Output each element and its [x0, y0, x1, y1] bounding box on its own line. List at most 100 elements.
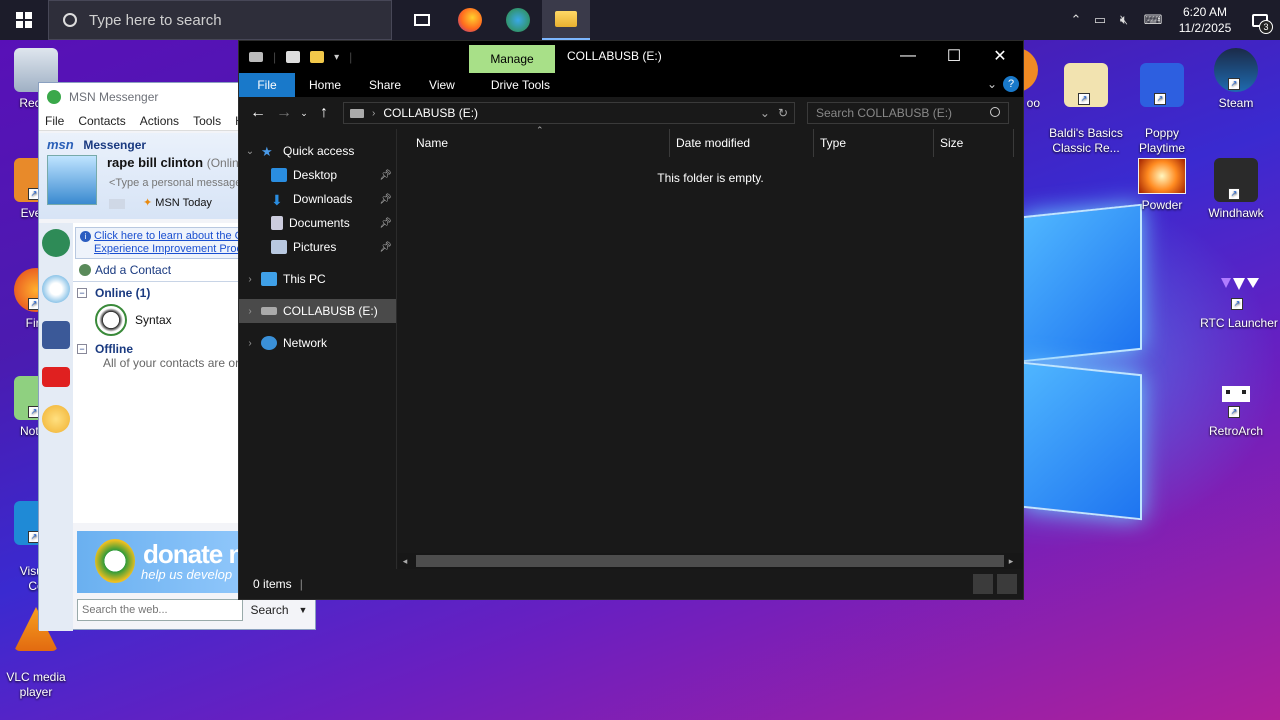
expand-ribbon-icon[interactable]: ⌄ — [987, 77, 997, 91]
column-name[interactable]: Name — [398, 129, 670, 157]
volume-muted-icon[interactable]: 🔇︎ — [1112, 12, 1136, 28]
nav-collabusb[interactable]: › COLLABUSB (E:) — [239, 299, 396, 323]
network-status-icon[interactable]: ▭ — [1088, 12, 1112, 28]
menu-tools[interactable]: Tools — [193, 114, 221, 128]
scroll-left-icon[interactable]: ◂ — [398, 556, 412, 567]
action-center-button[interactable]: 3 — [1240, 0, 1280, 40]
expand-arrow-icon[interactable]: › — [239, 338, 261, 349]
maximize-button[interactable]: ☐ — [931, 41, 977, 71]
desktop-icon-powder[interactable]: Powder — [1124, 158, 1200, 213]
file-list[interactable]: ⌃ Name Date modified Type Size This fold… — [398, 125, 1023, 569]
taskbar-firefox[interactable] — [446, 0, 494, 40]
info-icon: i — [80, 231, 91, 242]
taskbar-file-explorer[interactable] — [542, 0, 590, 40]
weather-tab-icon[interactable] — [42, 405, 70, 433]
scroll-right-icon[interactable]: ▸ — [1004, 556, 1018, 567]
refresh-icon[interactable]: ↻ — [778, 106, 788, 120]
tab-file[interactable]: File — [239, 73, 295, 97]
close-button[interactable]: ✕ — [977, 41, 1023, 71]
retroarch-icon: ↗ — [1214, 376, 1258, 420]
contacts-tab-icon[interactable] — [42, 229, 70, 257]
scrollbar-thumb[interactable] — [416, 555, 1004, 567]
youtube-tab-icon[interactable] — [42, 367, 70, 387]
tab-view[interactable]: View — [415, 73, 469, 97]
new-folder-icon[interactable] — [310, 51, 325, 63]
large-icons-view-icon[interactable] — [997, 574, 1017, 594]
nav-quick-access[interactable]: ⌄ ★ Quick access — [239, 139, 396, 163]
desktop-icon-rtc-launcher[interactable]: ↗ RTC Launcher — [1198, 268, 1280, 331]
menu-file[interactable]: File — [45, 114, 64, 128]
breadcrumb[interactable]: COLLABUSB (E:) — [383, 106, 478, 120]
collapse-arrow-icon[interactable]: ⌄ — [239, 146, 261, 157]
expand-arrow-icon[interactable]: › — [239, 306, 261, 317]
taskbar-msn-messenger[interactable] — [494, 0, 542, 40]
search-icon — [60, 10, 80, 30]
start-button[interactable] — [0, 0, 48, 40]
column-date-modified[interactable]: Date modified — [670, 129, 814, 157]
pin-icon: 📌︎ — [379, 217, 392, 229]
expand-arrow-icon[interactable]: › — [239, 274, 261, 285]
help-icon[interactable]: ? — [1003, 76, 1019, 92]
tab-drive-tools[interactable]: Drive Tools — [477, 73, 564, 97]
tab-home[interactable]: Home — [295, 73, 355, 97]
facebook-tab-icon[interactable] — [42, 321, 70, 349]
customize-qat-icon[interactable]: ▾ — [334, 52, 339, 63]
show-hidden-icons[interactable]: ⌃ — [1064, 12, 1088, 28]
address-bar[interactable]: › COLLABUSB (E:) ⌄ ↻ — [343, 102, 795, 124]
notification-count-badge: 3 — [1259, 20, 1273, 34]
column-type[interactable]: Type — [814, 129, 934, 157]
menu-actions[interactable]: Actions — [140, 114, 179, 128]
menu-contacts[interactable]: Contacts — [78, 114, 125, 128]
web-search-input[interactable] — [77, 599, 243, 621]
taskbar-search[interactable]: Type here to search — [48, 0, 392, 40]
personal-message-field[interactable]: <Type a personal message — [109, 177, 241, 189]
mail-icon[interactable] — [109, 199, 125, 209]
web-search-button[interactable]: Search ▼ — [243, 599, 315, 621]
search-icon — [990, 107, 1000, 117]
pin-icon: 📌︎ — [379, 193, 392, 205]
address-dropdown-icon[interactable]: ⌄ — [760, 106, 770, 120]
tab-share[interactable]: Share — [355, 73, 415, 97]
explorer-titlebar[interactable]: | ▾ | Manage COLLABUSB (E:) — ☐ ✕ — [239, 41, 1023, 73]
nav-network[interactable]: › Network — [239, 331, 396, 355]
msn-today-link[interactable]: ✦ MSN Today — [143, 196, 212, 209]
address-bar-row: ← → ⌄ ↑ › COLLABUSB (E:) ⌄ ↻ Search COLL… — [239, 97, 1023, 129]
drive-icon — [249, 52, 263, 62]
nav-desktop[interactable]: Desktop 📌︎ — [239, 163, 396, 187]
search-input[interactable]: Search COLLABUSB (E:) — [807, 102, 1009, 124]
details-view-icon[interactable] — [973, 574, 993, 594]
column-size[interactable]: Size — [934, 129, 1014, 157]
horizontal-scrollbar[interactable]: ◂ ▸ — [398, 553, 1023, 569]
desktop-icon-retroarch[interactable]: ↗ RetroArch — [1198, 376, 1274, 439]
up-button[interactable]: ↑ — [311, 104, 337, 122]
nav-this-pc[interactable]: › This PC — [239, 267, 396, 291]
clock[interactable]: 6:20 AM 11/2/2025 — [1170, 4, 1240, 36]
empty-folder-message: This folder is empty. — [657, 171, 764, 185]
msn-username[interactable]: rape bill clinton (Onlin — [107, 155, 239, 170]
desktop-icon-poppy[interactable]: ↗ Poppy Playtime — [1124, 48, 1200, 156]
task-view-button[interactable] — [398, 0, 446, 40]
pictures-icon — [271, 240, 287, 254]
desktop-icon-steam[interactable]: ↗ Steam — [1198, 48, 1274, 111]
wallpaper-logo-pane — [1022, 361, 1142, 521]
browser-tab-icon[interactable] — [42, 275, 70, 303]
dropdown-icon: ▼ — [298, 605, 308, 615]
documents-icon — [271, 216, 283, 230]
avatar[interactable] — [47, 155, 97, 205]
sort-ascending-icon: ⌃ — [536, 125, 544, 135]
nav-pictures[interactable]: Pictures 📌︎ — [239, 235, 396, 259]
forward-button[interactable]: → — [271, 104, 297, 122]
tab-manage[interactable]: Manage — [469, 45, 555, 73]
desktop-icon-baldi[interactable]: ↗ Baldi's Basics Classic Re... — [1048, 48, 1124, 156]
minimize-button[interactable]: — — [885, 41, 931, 71]
msn-logo-icon — [47, 90, 61, 104]
desktop-icon-windhawk[interactable]: ↗ Windhawk — [1198, 158, 1274, 221]
keyboard-icon[interactable]: ⌨ — [1136, 12, 1170, 28]
recent-locations-button[interactable]: ⌄ — [297, 108, 311, 119]
nav-downloads[interactable]: ⬇ Downloads 📌︎ — [239, 187, 396, 211]
file-explorer-window[interactable]: | ▾ | Manage COLLABUSB (E:) — ☐ ✕ File H… — [238, 40, 1024, 600]
nav-documents[interactable]: Documents 📌︎ — [239, 211, 396, 235]
back-button[interactable]: ← — [245, 104, 271, 122]
properties-icon[interactable] — [286, 51, 301, 63]
navigation-pane: ⌄ ★ Quick access Desktop 📌︎ ⬇ Downloads … — [239, 129, 397, 569]
